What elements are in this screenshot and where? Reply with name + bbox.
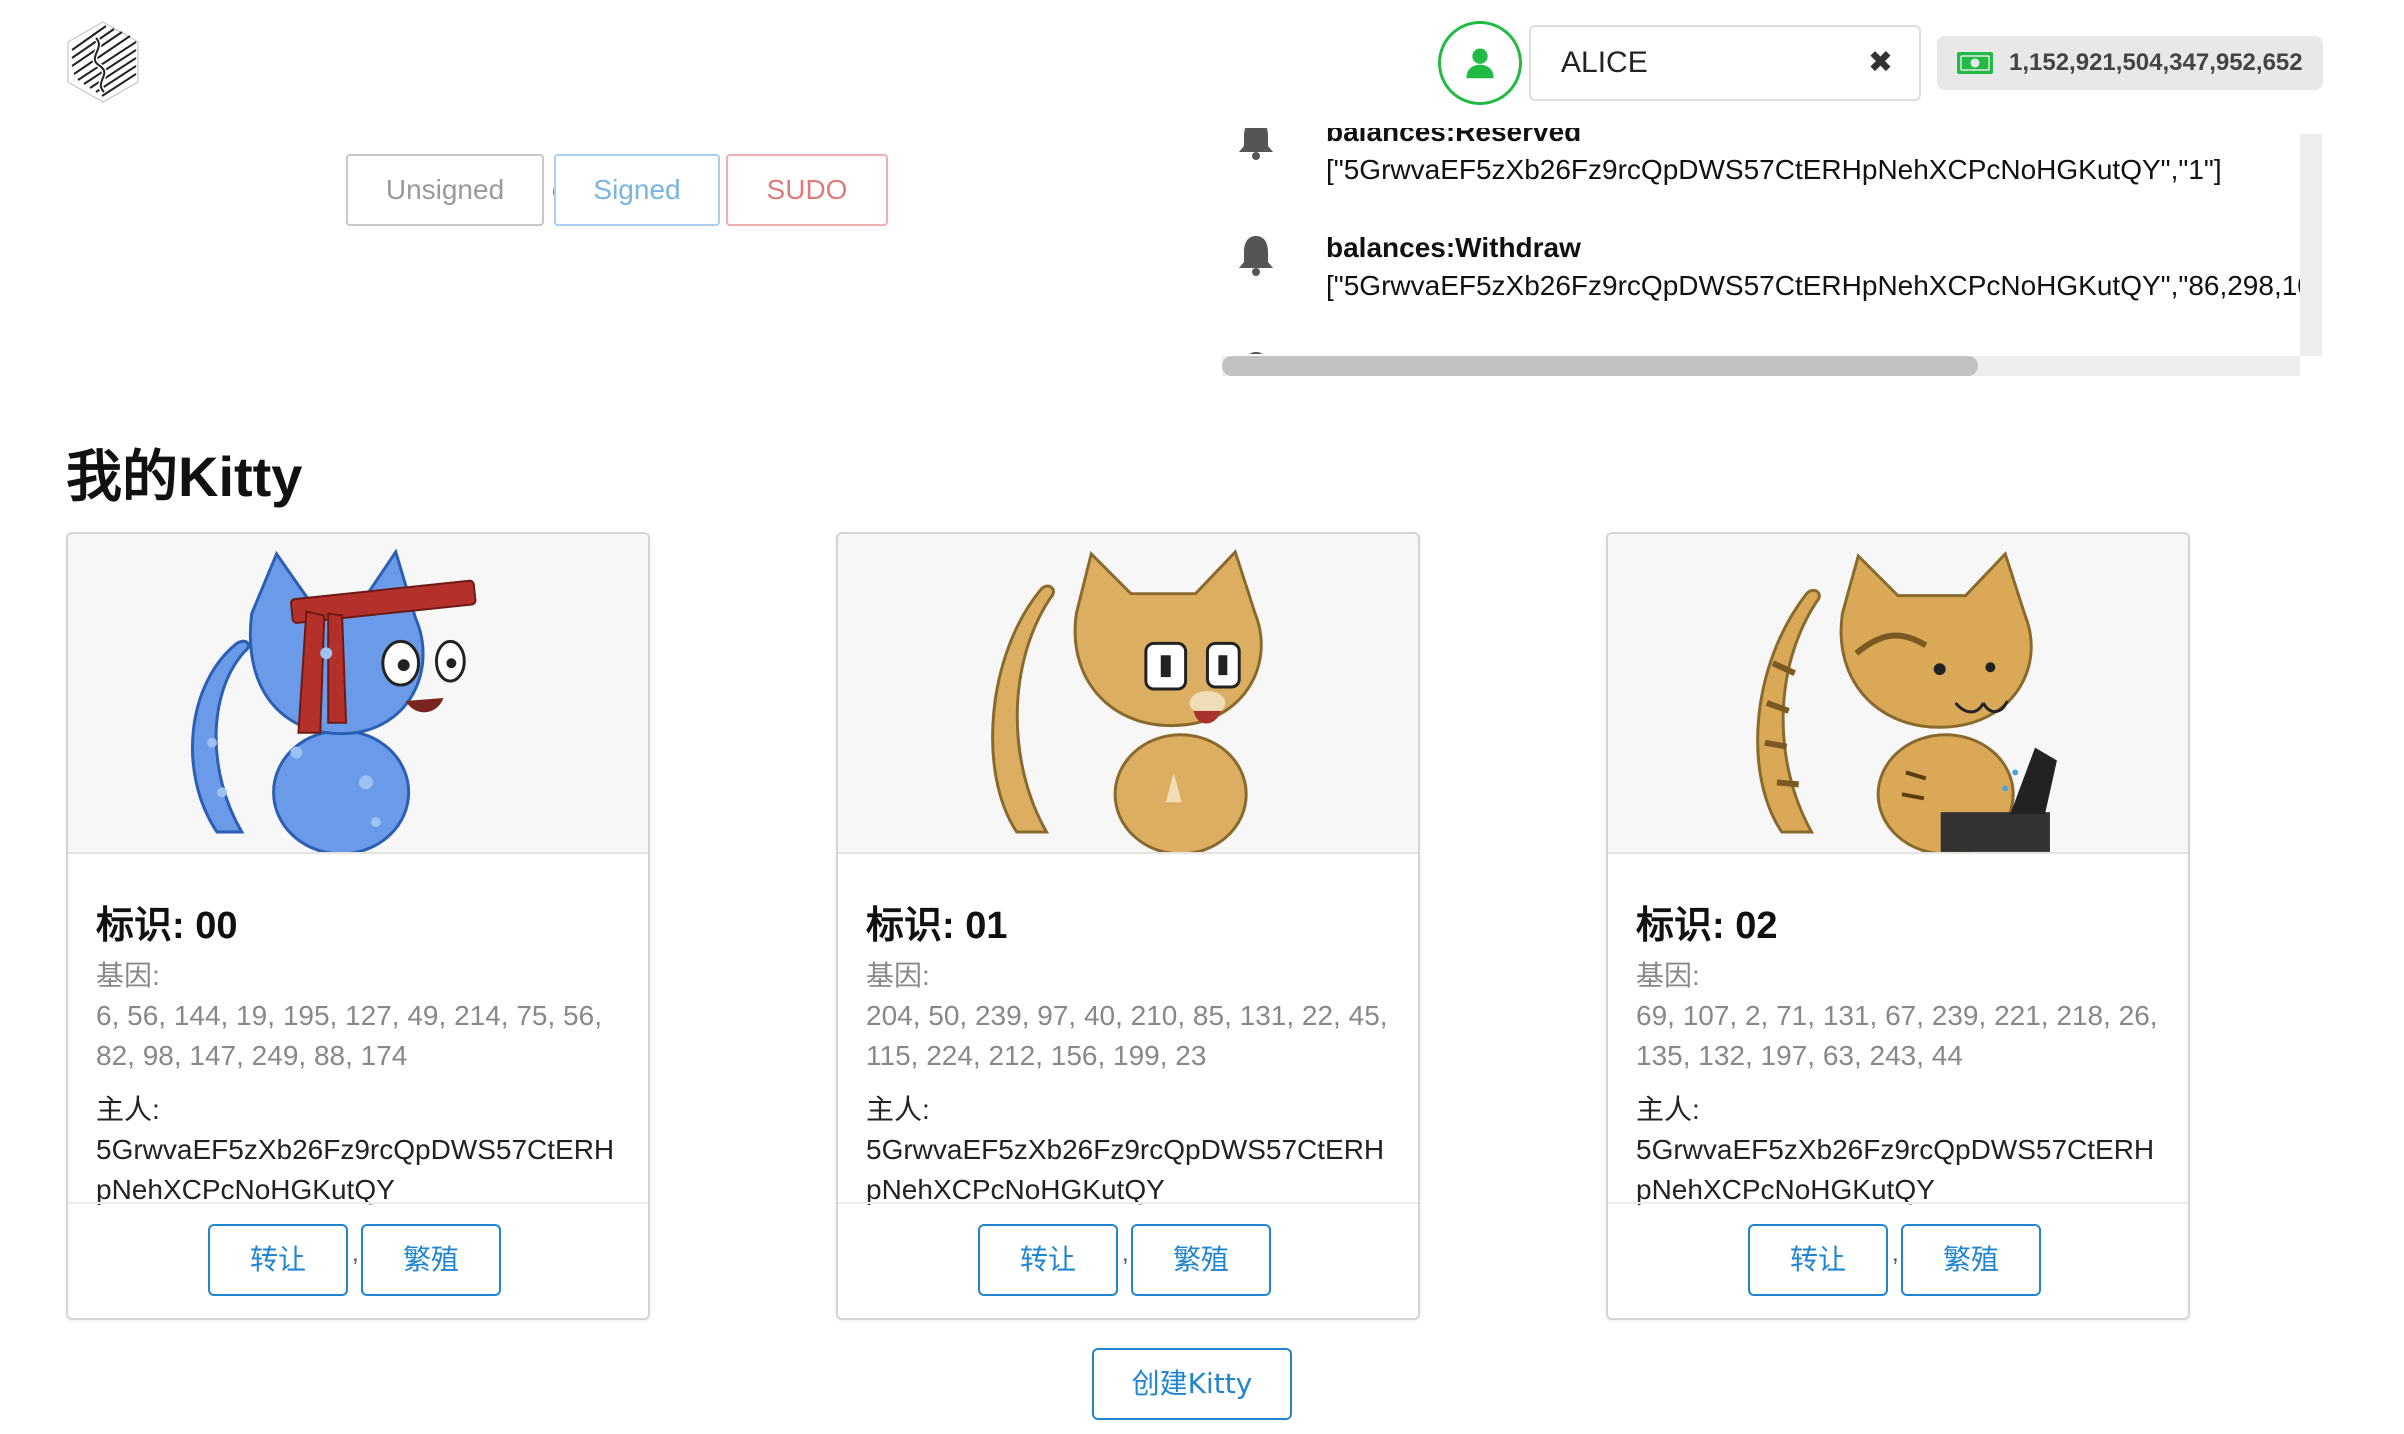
scrollbar-thumb[interactable] xyxy=(1222,356,1978,376)
button-separator: , xyxy=(352,1240,359,1267)
owner-label: 主人: xyxy=(96,1093,160,1125)
dna-value: 6, 56, 144, 19, 195, 127, 49, 214, 75, 5… xyxy=(96,999,602,1071)
event-title: balances:Reserved xyxy=(1326,128,1582,147)
transfer-button[interactable]: 转让 xyxy=(1748,1224,1888,1296)
kitty-id: 标识: 02 xyxy=(1636,905,1778,947)
card-actions: 转让 , 繁殖 xyxy=(838,1202,1418,1318)
kitty-image xyxy=(1608,534,2188,854)
clear-icon[interactable]: ✖ xyxy=(1868,27,1893,99)
account-name: ALICE xyxy=(1561,46,1648,79)
section-title: 我的Kitty xyxy=(66,445,303,508)
kitty-image xyxy=(68,534,648,854)
event-item: balances:Withdraw ["5GrwvaEF5zXb26Fz9rcQ… xyxy=(1222,232,2313,332)
kitty-illustration xyxy=(1756,551,2057,852)
kitty-image xyxy=(838,534,1418,854)
user-avatar[interactable] xyxy=(1438,21,1522,105)
money-bill-icon xyxy=(1957,52,1993,74)
owner-label: 主人: xyxy=(866,1093,930,1125)
transfer-button[interactable]: 转让 xyxy=(978,1224,1118,1296)
kitty-card: 标识: 00 基因: 6, 56, 144, 19, 195, 127, 49,… xyxy=(66,532,650,1320)
breed-button[interactable]: 繁殖 xyxy=(1901,1224,2041,1296)
event-item: balances:Reserved ["5GrwvaEF5zXb26Fz9rcQ… xyxy=(1222,128,2302,216)
transfer-button[interactable]: 转让 xyxy=(208,1224,348,1296)
card-actions: 转让 , 繁殖 xyxy=(1608,1202,2188,1318)
dna-label: 基因: xyxy=(1636,959,1700,991)
dna-value: 204, 50, 239, 97, 40, 210, 85, 131, 22, … xyxy=(866,999,1388,1071)
dna-value: 69, 107, 2, 71, 131, 67, 239, 221, 218, … xyxy=(1636,999,2158,1071)
kitty-card: 标识: 02 基因: 69, 107, 2, 71, 131, 67, 239,… xyxy=(1606,532,2190,1320)
button-separator: , xyxy=(1892,1240,1899,1267)
dna-label: 基因: xyxy=(866,959,930,991)
events-vertical-scrollbar[interactable] xyxy=(2300,134,2322,356)
kitty-card: 标识: 01 基因: 204, 50, 239, 97, 40, 210, 85… xyxy=(836,532,1420,1320)
event-data: ["5GrwvaEF5zXb26Fz9rcQpDWS57CtERHpNehXCP… xyxy=(1326,270,2313,301)
kitty-id: 标识: 00 xyxy=(96,905,238,947)
account-selector[interactable]: ALICE ✖ xyxy=(1529,25,1921,101)
kitty-illustration xyxy=(191,548,477,852)
event-title: balances:Withdraw xyxy=(1326,232,1581,263)
events-feed[interactable]: balances:Reserved ["5GrwvaEF5zXb26Fz9rcQ… xyxy=(1222,128,2322,354)
unsigned-button[interactable]: Unsigned xyxy=(346,154,544,226)
sudo-button[interactable]: SUDO xyxy=(726,154,888,226)
button-separator: , xyxy=(1122,1240,1129,1267)
owner-value: 5GrwvaEF5zXb26Fz9rcQpDWS57CtERHpNehXCPcN… xyxy=(1636,1133,2155,1205)
kitty-illustration xyxy=(991,549,1263,852)
owner-label: 主人: xyxy=(1636,1093,1700,1125)
event-data: ["5GrwvaEF5zXb26Fz9rcQpDWS57CtERHpNehXCP… xyxy=(1326,154,2222,185)
card-actions: 转让 , 繁殖 xyxy=(68,1202,648,1318)
breed-button[interactable]: 繁殖 xyxy=(1131,1224,1271,1296)
bell-icon xyxy=(1239,128,1273,160)
owner-value: 5GrwvaEF5zXb26Fz9rcQpDWS57CtERHpNehXCPcN… xyxy=(96,1133,615,1205)
bell-icon xyxy=(1249,352,1263,354)
app-logo xyxy=(66,20,140,104)
signed-button[interactable]: Signed xyxy=(554,154,720,226)
events-horizontal-scrollbar[interactable] xyxy=(1222,356,2300,376)
balance-badge: 1,152,921,504,347,952,652 xyxy=(1937,36,2323,90)
create-kitty-button[interactable]: 创建Kitty xyxy=(1092,1348,1292,1420)
user-icon xyxy=(1466,48,1494,79)
dna-label: 基因: xyxy=(96,959,160,991)
balance-value: 1,152,921,504,347,952,652 xyxy=(2009,49,2303,76)
owner-value: 5GrwvaEF5zXb26Fz9rcQpDWS57CtERHpNehXCPcN… xyxy=(866,1133,1385,1205)
kitty-id: 标识: 01 xyxy=(866,905,1008,947)
breed-button[interactable]: 繁殖 xyxy=(361,1224,501,1296)
bell-icon xyxy=(1239,236,1273,276)
